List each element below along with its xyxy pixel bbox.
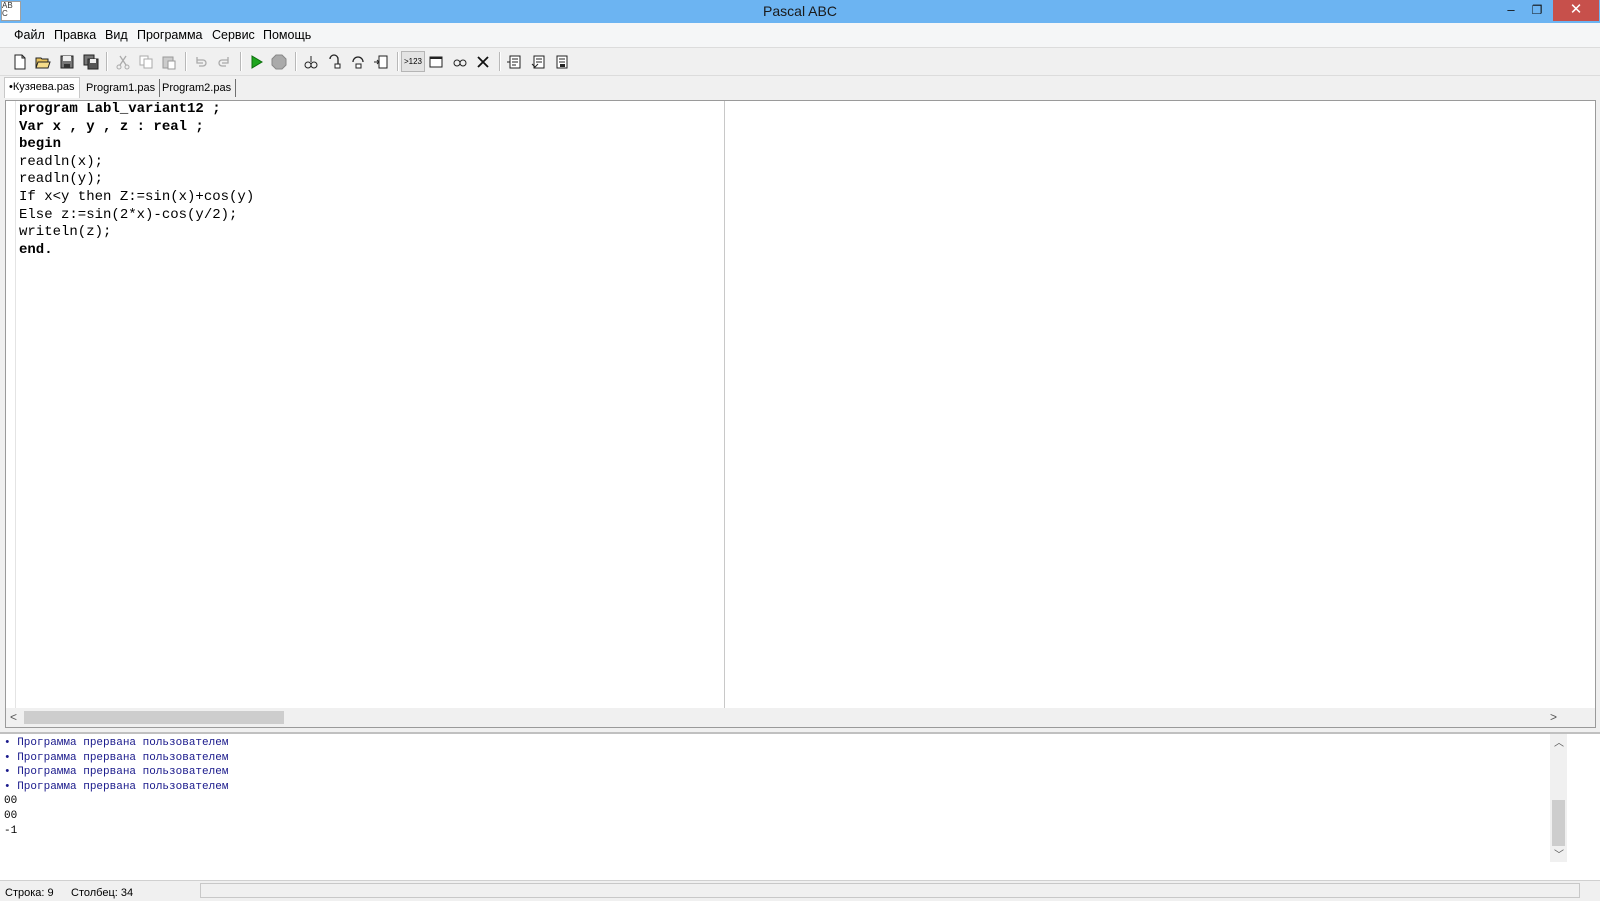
window-icon — [429, 56, 443, 67]
toolbar-separator — [106, 52, 108, 71]
code-line: If x<y then Z:=sin(x)+cos(y) — [19, 188, 255, 205]
output-line: • Программа прервана пользователем — [4, 751, 229, 764]
toolbar-separator — [397, 52, 399, 71]
format-button[interactable] — [503, 51, 525, 72]
toolbar-separator — [185, 52, 187, 71]
menu-file[interactable]: Файл — [14, 28, 45, 42]
evaluate-icon — [453, 59, 467, 66]
vertical-scrollbar[interactable]: ︿ ﹀ — [1550, 734, 1567, 862]
clear-icon — [477, 55, 489, 68]
code-line: readln(y); — [19, 171, 104, 188]
maximize-button[interactable]: ❐ — [1522, 0, 1552, 21]
menu-edit[interactable]: Правка — [54, 28, 96, 42]
title-bar: AB C Pascal ABC – ❐ ✕ — [0, 0, 1600, 23]
scroll-right-icon[interactable]: > — [1550, 710, 1557, 724]
menu-bar: Файл Правка Вид Программа Сервис Помощь — [0, 23, 1600, 48]
run-to-cursor-icon — [352, 55, 364, 68]
code-line: writeln(z); — [19, 224, 112, 241]
open-button[interactable] — [32, 51, 54, 72]
run-to-cursor-button[interactable] — [347, 51, 369, 72]
stop-button[interactable] — [268, 51, 290, 72]
paste-button[interactable] — [158, 51, 180, 72]
window-title: Pascal ABC — [763, 3, 837, 19]
step-over-icon — [329, 53, 341, 68]
run-button[interactable] — [245, 51, 267, 72]
cut-icon — [116, 55, 130, 69]
copy-button[interactable] — [135, 51, 157, 72]
code-line: program Labl_variant12 ; — [19, 101, 221, 117]
new-file-icon — [14, 54, 26, 69]
menu-service[interactable]: Сервис — [212, 28, 255, 42]
menu-view[interactable]: Вид — [105, 28, 128, 42]
output-line: 00 — [4, 795, 18, 808]
output-panel[interactable]: • Программа прервана пользователем • Про… — [0, 732, 1600, 880]
editor-gutter — [6, 101, 16, 709]
save-icon — [60, 55, 74, 68]
scrollbar-thumb[interactable] — [24, 711, 284, 724]
step-into-icon — [304, 55, 318, 68]
save-button[interactable] — [56, 51, 78, 72]
watch-button[interactable] — [370, 51, 392, 72]
right-margin-line — [724, 101, 725, 708]
build-button[interactable] — [550, 51, 572, 72]
scroll-up-icon[interactable]: ︿ — [1554, 734, 1564, 749]
step-into-button[interactable] — [300, 51, 322, 72]
close-button[interactable]: ✕ — [1553, 0, 1599, 21]
code-line: Var x , y , z : real ; — [19, 118, 204, 135]
output-line: -1 — [4, 824, 18, 837]
redo-icon — [218, 56, 229, 67]
status-bar: Строка: 9 Столбец: 34 — [0, 880, 1600, 901]
tab-program2[interactable]: Program2.pas — [158, 79, 237, 97]
step-over-button[interactable] — [323, 51, 345, 72]
scroll-left-icon[interactable]: < — [10, 710, 17, 724]
open-folder-icon — [35, 57, 51, 68]
undo-button[interactable] — [190, 51, 212, 72]
output-line: 00 — [4, 809, 18, 822]
output-line: • Программа прервана пользователем — [4, 780, 229, 793]
toolbar-separator — [499, 52, 501, 71]
cut-button[interactable] — [112, 51, 134, 72]
save-all-icon — [83, 54, 99, 69]
code-editor[interactable]: program Labl_variant12 ; Var x , y , z : … — [5, 100, 1596, 728]
editor-tabs: •Кузяева.pas Program1.pas Program2.pas — [0, 76, 1600, 98]
status-panel — [200, 883, 1580, 898]
code-line: end. — [19, 241, 53, 258]
code-line: readln(x); — [19, 153, 104, 170]
stop-icon — [271, 54, 287, 69]
code-line: begin — [19, 136, 62, 153]
status-row: Строка: 9 — [5, 887, 54, 899]
window-button[interactable] — [425, 51, 447, 72]
undo-icon — [196, 56, 207, 67]
menu-program[interactable]: Программа — [137, 28, 203, 42]
tab-program1[interactable]: Program1.pas — [82, 79, 161, 97]
status-column: Столбец: 34 — [71, 887, 134, 899]
toolbar-separator — [295, 52, 297, 71]
code-line: Else z:=sin(2*x)-cos(y/2); — [19, 206, 238, 223]
output-line: • Программа прервана пользователем — [4, 766, 229, 779]
scrollbar-thumb[interactable] — [1552, 800, 1565, 846]
save-all-button[interactable] — [80, 51, 102, 72]
run-icon — [251, 54, 263, 69]
menu-help[interactable]: Помощь — [263, 28, 311, 42]
compile-button[interactable] — [527, 51, 549, 72]
evaluate-button[interactable] — [449, 51, 471, 72]
build-icon — [556, 55, 568, 68]
scroll-down-icon[interactable]: ﹀ — [1554, 846, 1564, 861]
redo-button[interactable] — [213, 51, 235, 72]
paste-icon — [162, 56, 176, 69]
tab-kuzyaeva[interactable]: •Кузяева.pas — [4, 77, 80, 98]
format-icon — [507, 55, 521, 68]
output-line: • Программа прервана пользователем — [4, 737, 229, 749]
new-file-button[interactable] — [9, 51, 31, 72]
toolbar: >123 — [0, 48, 1600, 76]
toolbar-separator — [240, 52, 242, 71]
output-toggle-button[interactable]: >123 — [401, 51, 425, 72]
watch-icon — [374, 55, 388, 68]
clear-button[interactable] — [472, 51, 494, 72]
output-text: • Программа прервана пользователем • Про… — [4, 736, 228, 838]
horizontal-scrollbar[interactable]: < > — [6, 708, 1595, 727]
copy-icon — [139, 55, 153, 68]
compile-icon — [531, 55, 545, 68]
code-text[interactable]: program Labl_variant12 ; Var x , y , z : … — [19, 101, 254, 259]
